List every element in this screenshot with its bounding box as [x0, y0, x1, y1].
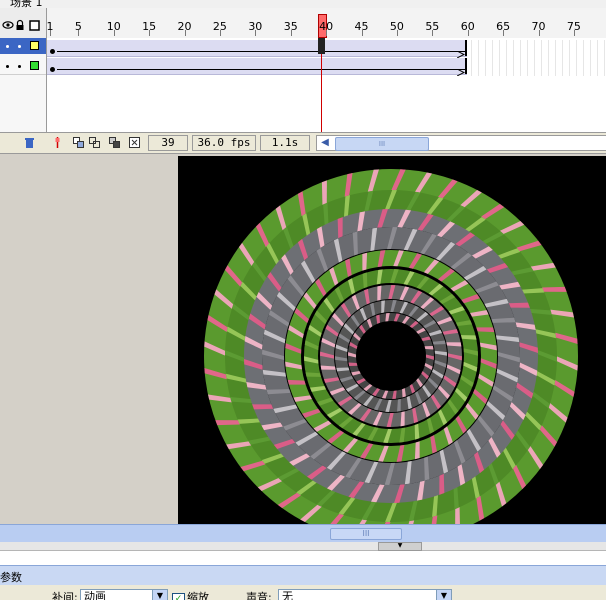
- layer-row[interactable]: [0, 38, 46, 54]
- layer-color-box[interactable]: [30, 61, 39, 70]
- ruler-tick: [78, 30, 80, 36]
- chevron-down-icon[interactable]: ▼: [152, 590, 167, 600]
- elapsed-time-field: 1.1s: [260, 135, 310, 151]
- ruler-tick: [361, 30, 363, 36]
- sound-value: 无: [282, 590, 293, 600]
- scroll-thumb-grip: III: [378, 140, 386, 148]
- lock-dot[interactable]: [18, 65, 21, 68]
- panel-divider[interactable]: [0, 542, 606, 551]
- layer-color-box[interactable]: [30, 41, 39, 50]
- tween-arrow: [57, 51, 465, 52]
- ruler-tick: [396, 30, 398, 36]
- properties-panel: 补间: 动画 ▼ ✓ 缩放 声音: 无 ▼: [0, 585, 606, 600]
- sound-select[interactable]: 无 ▼: [278, 589, 452, 600]
- current-frame-field: 39: [148, 135, 188, 151]
- ruler-tick: [290, 30, 292, 36]
- sound-label: 声音:: [246, 591, 272, 600]
- panel-gap: [0, 551, 606, 565]
- visibility-dot[interactable]: [6, 45, 9, 48]
- ruler-tick: [149, 30, 151, 36]
- lock-dot[interactable]: [18, 45, 21, 48]
- stage[interactable]: [178, 156, 606, 524]
- properties-title: 参数: [0, 571, 22, 584]
- lock-icon[interactable]: [15, 19, 25, 34]
- onion-outline-icon[interactable]: [89, 137, 100, 148]
- scale-checkbox[interactable]: ✓: [172, 593, 185, 600]
- ruler-tick: [432, 30, 434, 36]
- scene-bar: 场景 1: [0, 0, 606, 8]
- frame-row[interactable]: [47, 58, 467, 77]
- frame-row[interactable]: [47, 40, 467, 59]
- tween-arrow: [57, 69, 465, 70]
- outline-icon[interactable]: [29, 20, 40, 34]
- stage-scroll-thumb[interactable]: III: [330, 528, 402, 540]
- ruler-tick: [255, 30, 257, 36]
- eye-icon[interactable]: [2, 20, 14, 33]
- frame-rate-field[interactable]: 36.0 fps: [192, 135, 256, 151]
- ruler-tick: [326, 30, 328, 36]
- timeline-ruler[interactable]: [0, 8, 606, 39]
- keyframe-dot[interactable]: [50, 49, 55, 54]
- edit-multiple-icon[interactable]: [109, 137, 120, 148]
- chevron-down-icon[interactable]: ▼: [436, 590, 451, 600]
- trash-icon[interactable]: [24, 137, 35, 148]
- spiral-artwork: [204, 169, 578, 524]
- center-frame-icon[interactable]: [52, 137, 63, 148]
- frames-area[interactable]: [47, 38, 606, 132]
- scale-label: 缩放: [187, 591, 209, 600]
- collapse-arrow-icon[interactable]: ▼: [378, 542, 422, 551]
- ruler-tick: [184, 30, 186, 36]
- ruler-tick: [50, 30, 51, 36]
- arrowhead-icon: [456, 66, 466, 79]
- keyframe-dot[interactable]: [50, 67, 55, 72]
- tween-label: 补间:: [52, 591, 78, 600]
- stage-scrollbar[interactable]: III: [0, 524, 606, 543]
- properties-header[interactable]: 参数: [0, 565, 606, 586]
- ruler-tick: [573, 30, 575, 36]
- end-keyframe[interactable]: [465, 40, 467, 56]
- timeline-status-bar: 39 36.0 fps 1.1s ◀ III: [0, 132, 606, 154]
- ruler-tick: [538, 30, 540, 36]
- modify-markers-icon[interactable]: [129, 137, 140, 148]
- layer-header: [0, 8, 47, 38]
- current-frame-marker: [318, 38, 325, 54]
- empty-frames[interactable]: [471, 40, 606, 76]
- ruler-tick: [467, 30, 469, 36]
- tween-value: 动画: [84, 590, 106, 600]
- timeline-scrollbar[interactable]: ◀ III: [316, 135, 606, 151]
- scroll-left-arrow[interactable]: ◀: [319, 136, 331, 150]
- layer-panel: [0, 38, 47, 132]
- scene-label[interactable]: 场景 1: [10, 0, 43, 8]
- scroll-thumb[interactable]: III: [335, 137, 429, 151]
- tween-select[interactable]: 动画 ▼: [80, 589, 168, 600]
- visibility-dot[interactable]: [6, 65, 9, 68]
- ruler-tick: [219, 30, 221, 36]
- ruler-tick: [503, 30, 505, 36]
- end-keyframe[interactable]: [465, 58, 467, 74]
- ruler-tick: [113, 30, 115, 36]
- onion-skin-icon[interactable]: [73, 137, 84, 148]
- layer-row[interactable]: [0, 58, 46, 75]
